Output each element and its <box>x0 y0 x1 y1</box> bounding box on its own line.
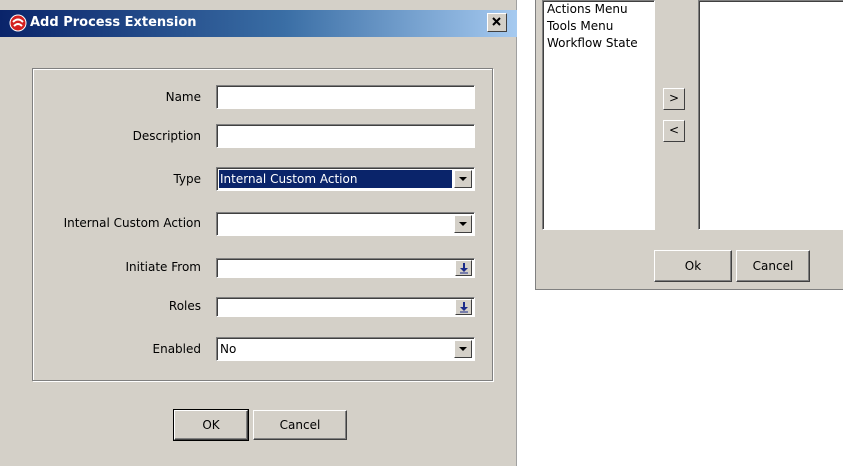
type-dropdown-button[interactable] <box>454 170 472 188</box>
list-selector-panel: Actions Menu Tools Menu Workflow State >… <box>535 0 843 290</box>
add-item-button[interactable]: > <box>663 88 685 110</box>
type-label: Type <box>173 172 201 186</box>
roles-field[interactable] <box>216 297 475 317</box>
enabled-value: No <box>220 342 237 356</box>
arrow-down-icon <box>460 302 468 313</box>
selected-list[interactable] <box>698 0 843 230</box>
initiate-from-picker-button[interactable] <box>455 260 472 276</box>
type-dropdown[interactable]: Internal Custom Action <box>216 167 475 191</box>
chevron-down-icon <box>459 177 467 181</box>
close-button[interactable] <box>487 13 507 32</box>
arrow-down-icon <box>460 263 468 274</box>
panel-ok-button[interactable]: Ok <box>654 250 732 282</box>
ok-button[interactable]: OK <box>173 409 249 441</box>
internal-custom-action-dropdown-button[interactable] <box>454 215 472 233</box>
dialog-title: Add Process Extension <box>30 15 197 30</box>
enabled-label: Enabled <box>152 342 202 356</box>
roles-label: Roles <box>168 299 201 313</box>
roles-picker-button[interactable] <box>455 299 472 315</box>
list-item[interactable]: Actions Menu <box>543 1 654 18</box>
available-list[interactable]: Actions Menu Tools Menu Workflow State <box>542 0 655 230</box>
chevron-down-icon <box>459 222 467 226</box>
description-field[interactable] <box>216 124 475 148</box>
enabled-dropdown-button[interactable] <box>454 340 472 358</box>
type-value: Internal Custom Action <box>220 172 358 186</box>
panel-cancel-button[interactable]: Cancel <box>736 250 810 282</box>
chevron-down-icon <box>459 347 467 351</box>
remove-item-button[interactable]: < <box>663 120 685 142</box>
close-icon <box>492 17 501 26</box>
internal-custom-action-label: Internal Custom Action <box>63 216 201 230</box>
name-label: Name <box>165 90 201 104</box>
list-item[interactable]: Workflow State <box>543 35 654 52</box>
initiate-from-field[interactable] <box>216 258 475 278</box>
app-logo-icon <box>9 14 27 32</box>
add-process-extension-dialog: Add Process Extension Name Description T… <box>0 0 517 466</box>
enabled-dropdown[interactable]: No <box>216 337 475 361</box>
cancel-button[interactable]: Cancel <box>253 410 347 440</box>
name-field[interactable] <box>216 85 475 109</box>
title-bar[interactable]: Add Process Extension <box>0 10 517 37</box>
initiate-from-label: Initiate From <box>125 260 201 274</box>
description-label: Description <box>132 129 201 143</box>
internal-custom-action-dropdown[interactable] <box>216 212 475 236</box>
list-item[interactable]: Tools Menu <box>543 18 654 35</box>
